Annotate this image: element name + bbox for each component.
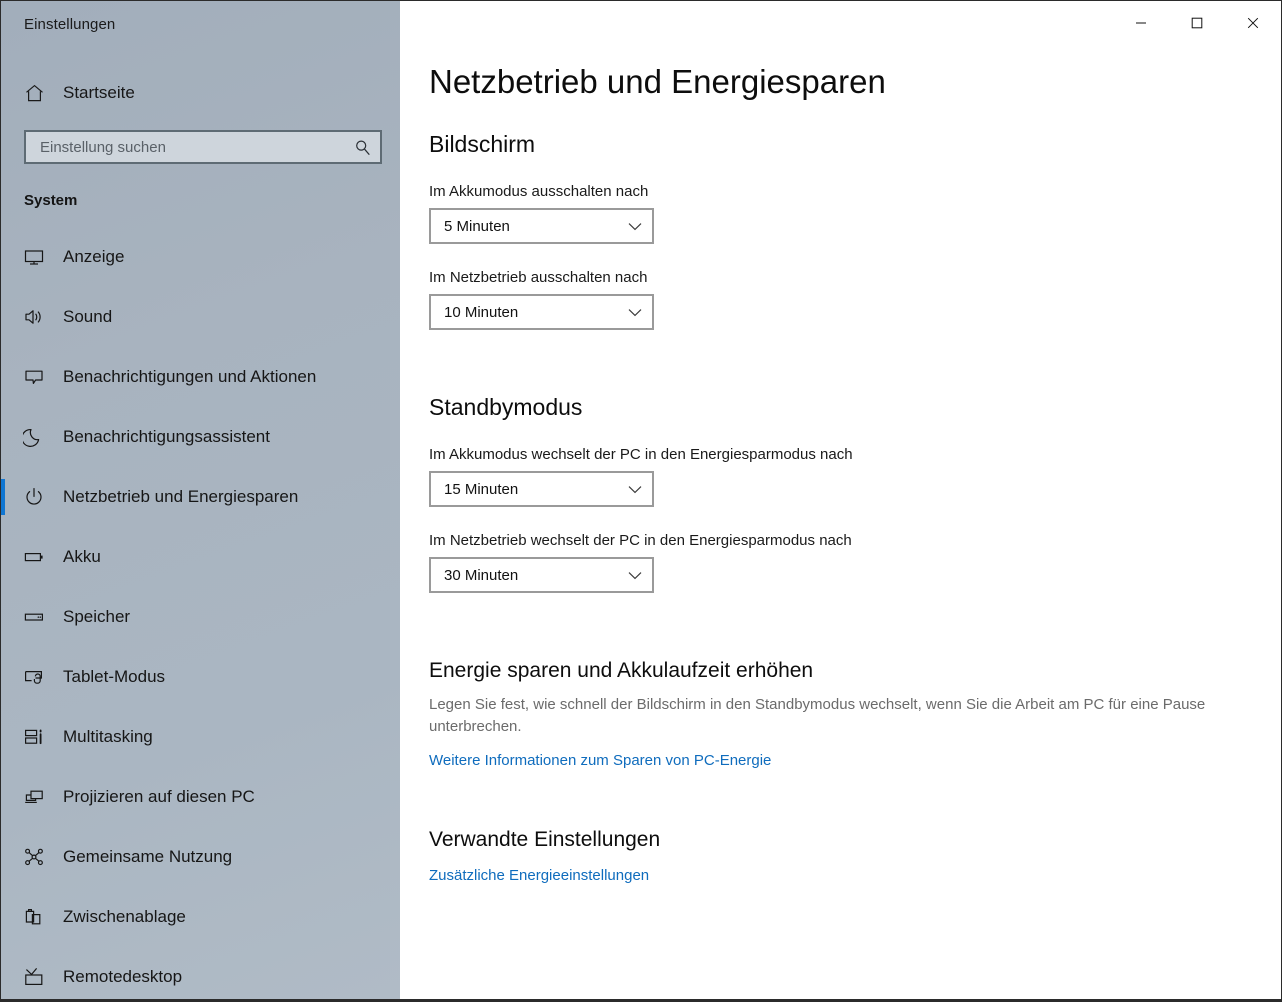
sidebar-item-benachrichtigungsassistent[interactable]: Benachrichtigungsassistent xyxy=(1,407,400,467)
notification-icon xyxy=(19,366,49,388)
field-label: Im Akkumodus ausschalten nach xyxy=(429,183,649,201)
chevron-down-icon xyxy=(628,308,642,317)
power-icon xyxy=(19,486,49,508)
group-heading-bildschirm: Bildschirm xyxy=(429,131,536,158)
chevron-down-icon xyxy=(628,571,642,580)
sidebar-item-anzeige[interactable]: Anzeige xyxy=(1,227,400,287)
field-label: Im Netzbetrieb wechselt der PC in den En… xyxy=(429,532,852,550)
storage-icon xyxy=(19,606,49,628)
sidebar-item-label: Benachrichtigungsassistent xyxy=(63,427,270,446)
sidebar: Einstellungen Startseite System xyxy=(1,1,400,999)
dropdown-value: 10 Minuten xyxy=(444,303,519,321)
sleep-plugged-dropdown[interactable]: 30 Minuten xyxy=(429,557,654,594)
save-energy-title: Energie sparen und Akkulaufzeit erhöhen xyxy=(429,659,814,683)
window-controls xyxy=(1113,1,1281,45)
maximize-icon xyxy=(1191,17,1203,29)
screen-off-battery-dropdown[interactable]: 5 Minuten xyxy=(429,208,654,245)
minimize-button[interactable] xyxy=(1113,1,1169,45)
close-button[interactable] xyxy=(1225,1,1281,45)
sidebar-item-label: Remotedesktop xyxy=(63,967,183,986)
clipboard-icon xyxy=(19,906,49,928)
sidebar-item-label: Benachrichtigungen und Aktionen xyxy=(63,367,317,386)
close-icon xyxy=(1247,17,1259,29)
search-box[interactable] xyxy=(24,130,382,164)
sidebar-item-sound[interactable]: Sound xyxy=(1,287,400,347)
main-content: Netzbetrieb und Energiesparen Bildschirm… xyxy=(400,1,1281,999)
sidebar-item-gemeinsame-nutzung[interactable]: Gemeinsame Nutzung xyxy=(1,827,400,887)
sidebar-section-title: System xyxy=(24,192,78,209)
sidebar-item-label: Akku xyxy=(63,547,101,566)
sidebar-item-benachrichtigungen[interactable]: Benachrichtigungen und Aktionen xyxy=(1,347,400,407)
sidebar-item-zwischenablage[interactable]: Zwischenablage xyxy=(1,887,400,947)
multitasking-icon xyxy=(19,726,49,748)
tablet-mode-icon xyxy=(19,666,49,688)
settings-page: Netzbetrieb und Energiesparen Bildschirm… xyxy=(400,1,1281,885)
dropdown-value: 30 Minuten xyxy=(444,566,519,584)
sidebar-item-akku[interactable]: Akku xyxy=(1,527,400,587)
sidebar-item-label: Zwischenablage xyxy=(63,907,186,926)
home-icon xyxy=(19,83,49,104)
settings-window: Einstellungen Startseite System xyxy=(0,0,1282,1002)
search-icon[interactable] xyxy=(352,139,372,156)
dropdown-value: 15 Minuten xyxy=(444,480,519,498)
moon-icon xyxy=(19,426,49,448)
save-energy-description: Legen Sie fest, wie schnell der Bildschi… xyxy=(429,696,1206,736)
sidebar-item-projizieren-auf-diesen-pc[interactable]: Projizieren auf diesen PC xyxy=(1,767,400,827)
sidebar-item-multitasking[interactable]: Multitasking xyxy=(1,707,400,767)
sidebar-nav: Anzeige Sound Benachrichtigungen und Akt… xyxy=(1,227,400,999)
field-label: Im Akkumodus wechselt der PC in den Ener… xyxy=(429,446,853,464)
save-energy-section: Energie sparen und Akkulaufzeit erhöhen … xyxy=(429,659,1281,770)
group-heading-standbymodus: Standbymodus xyxy=(429,394,583,421)
title-bar: Einstellungen xyxy=(1,1,400,47)
sidebar-item-label: Tablet-Modus xyxy=(63,667,166,686)
sidebar-item-netzbetrieb-und-energiesparen[interactable]: Netzbetrieb und Energiesparen xyxy=(1,467,400,527)
share-icon xyxy=(19,846,49,868)
minimize-icon xyxy=(1136,22,1146,24)
remote-desktop-icon xyxy=(19,966,49,988)
field-screen-off-battery: Im Akkumodus ausschalten nach 5 Minuten xyxy=(429,183,1281,245)
sidebar-item-label: Anzeige xyxy=(63,247,125,266)
search-input[interactable] xyxy=(40,138,352,156)
field-sleep-battery: Im Akkumodus wechselt der PC in den Ener… xyxy=(429,446,1281,508)
sleep-battery-dropdown[interactable]: 15 Minuten xyxy=(429,471,654,508)
chevron-down-icon xyxy=(628,222,642,231)
speaker-icon xyxy=(19,306,49,328)
sidebar-item-label: Gemeinsame Nutzung xyxy=(63,847,233,866)
sidebar-item-tablet-modus[interactable]: Tablet-Modus xyxy=(1,647,400,707)
save-energy-link[interactable]: Weitere Informationen zum Sparen von PC-… xyxy=(429,752,771,769)
sidebar-item-label: Sound xyxy=(63,307,113,326)
sidebar-item-label: Netzbetrieb und Energiesparen xyxy=(63,487,299,506)
dropdown-value: 5 Minuten xyxy=(444,217,510,235)
app-title: Einstellungen xyxy=(24,15,116,33)
sidebar-item-label: Projizieren auf diesen PC xyxy=(63,787,255,806)
sidebar-item-remotedesktop[interactable]: Remotedesktop xyxy=(1,947,400,999)
sidebar-item-label: Speicher xyxy=(63,607,131,626)
chevron-down-icon xyxy=(628,485,642,494)
sidebar-item-home-label: Startseite xyxy=(63,83,135,102)
field-sleep-plugged: Im Netzbetrieb wechselt der PC in den En… xyxy=(429,532,1281,594)
battery-icon xyxy=(19,546,49,568)
related-settings-section: Verwandte Einstellungen Zusätzliche Ener… xyxy=(429,828,1281,885)
page-title: Netzbetrieb und Energiesparen xyxy=(429,63,886,100)
sidebar-item-label: Multitasking xyxy=(63,727,153,746)
related-settings-title: Verwandte Einstellungen xyxy=(429,827,661,851)
related-settings-link[interactable]: Zusätzliche Energieeinstellungen xyxy=(429,867,649,884)
maximize-button[interactable] xyxy=(1169,1,1225,45)
screen-off-plugged-dropdown[interactable]: 10 Minuten xyxy=(429,294,654,331)
monitor-icon xyxy=(19,246,49,268)
project-icon xyxy=(19,786,49,808)
sidebar-item-home[interactable]: Startseite xyxy=(1,71,400,115)
sidebar-item-speicher[interactable]: Speicher xyxy=(1,587,400,647)
field-screen-off-plugged: Im Netzbetrieb ausschalten nach 10 Minut… xyxy=(429,269,1281,331)
field-label: Im Netzbetrieb ausschalten nach xyxy=(429,269,648,287)
